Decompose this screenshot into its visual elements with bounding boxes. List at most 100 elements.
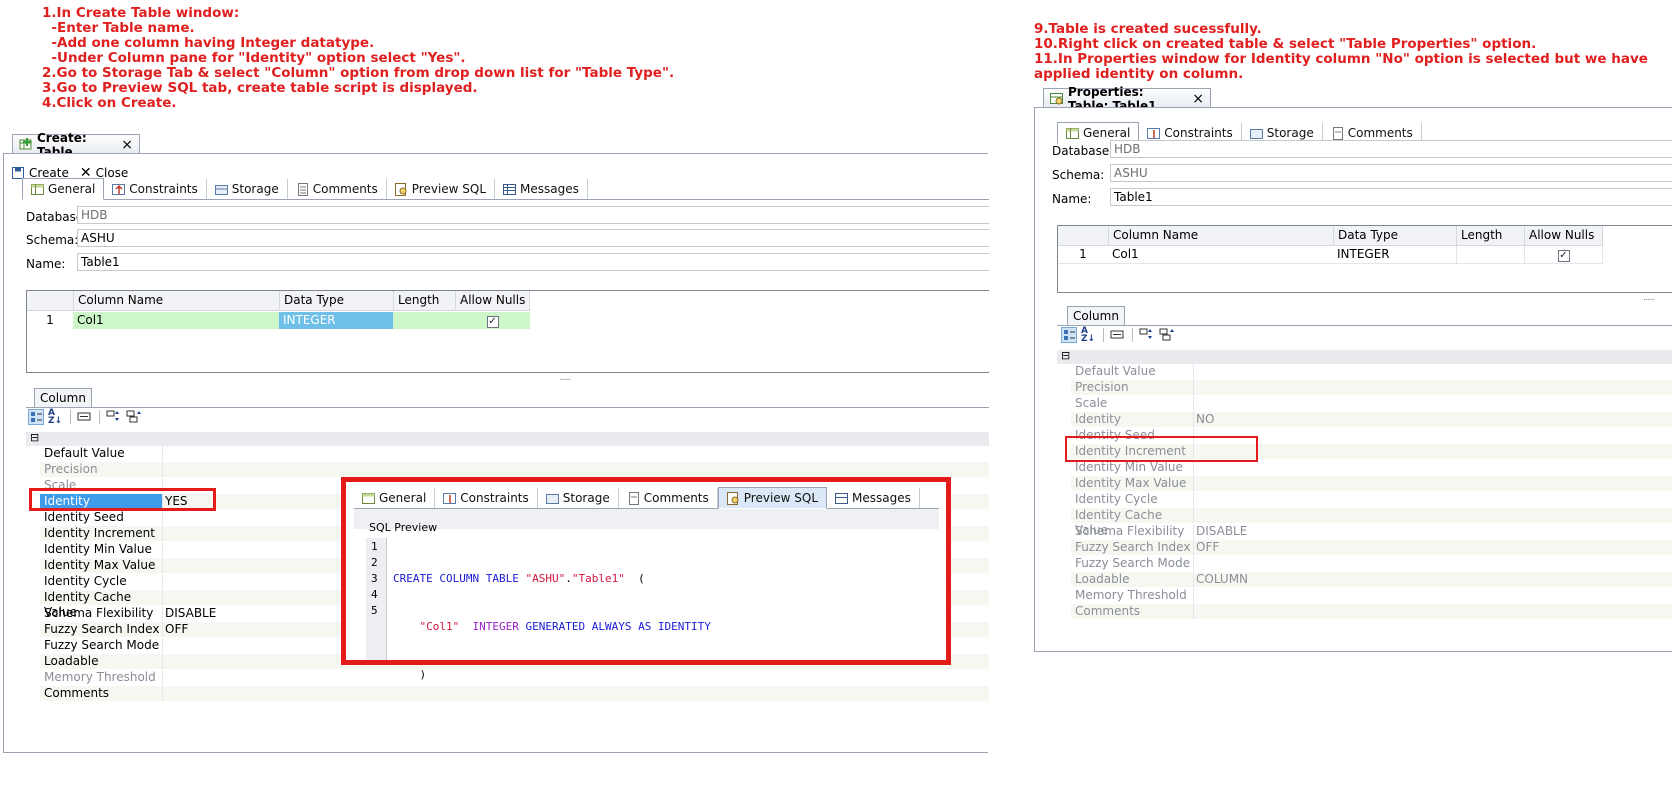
tab-messages[interactable]: Messages bbox=[827, 488, 920, 508]
sort-alpha-icon[interactable]: A Z↓ bbox=[48, 409, 64, 426]
property-label: Schema Flexibility bbox=[44, 606, 154, 620]
toolbar-separator bbox=[1103, 328, 1104, 342]
col-header-name[interactable]: Column Name bbox=[73, 291, 279, 310]
data-type-cell[interactable]: INTEGER bbox=[279, 312, 393, 329]
property-value[interactable]: NO bbox=[1193, 412, 1672, 427]
property-row[interactable]: Scale bbox=[1071, 396, 1672, 411]
tab-storage[interactable]: Storage bbox=[538, 488, 619, 508]
tab-comments[interactable]: Comments bbox=[288, 179, 387, 199]
col-header-length[interactable]: Length bbox=[393, 291, 455, 310]
col-header-length[interactable]: Length bbox=[1456, 226, 1524, 245]
pane-divider bbox=[1057, 325, 1672, 326]
tab-general[interactable]: General bbox=[354, 488, 436, 508]
splitter-handle[interactable]: ...... bbox=[559, 373, 571, 383]
splitter-handle[interactable]: ...... bbox=[1643, 293, 1655, 303]
property-value[interactable]: DISABLE bbox=[1193, 524, 1672, 539]
property-pages-icon[interactable] bbox=[77, 409, 93, 425]
properties-editor-tab[interactable]: Properties: Table: Table1 × bbox=[1043, 85, 1211, 113]
column-pane-tab[interactable]: Column bbox=[34, 388, 92, 408]
property-value[interactable] bbox=[1193, 444, 1672, 459]
table-name-input[interactable]: Table1 bbox=[77, 253, 989, 271]
property-value[interactable] bbox=[162, 462, 989, 477]
expand-all-icon[interactable] bbox=[106, 409, 122, 425]
property-group-header: ⊟ bbox=[1057, 349, 1672, 364]
length-cell[interactable] bbox=[393, 312, 455, 329]
tab-constraints[interactable]: Constraints bbox=[435, 488, 538, 508]
property-value[interactable] bbox=[1193, 556, 1672, 571]
tab-storage[interactable]: Storage bbox=[207, 179, 288, 199]
property-row[interactable]: Default Value bbox=[1071, 364, 1672, 379]
property-row[interactable]: Default Value bbox=[40, 446, 989, 461]
property-value[interactable] bbox=[1193, 460, 1672, 475]
identity-highlight-box bbox=[1065, 436, 1258, 462]
tab-general[interactable]: General bbox=[22, 178, 105, 200]
property-pages-icon[interactable] bbox=[1110, 327, 1126, 343]
property-value[interactable]: OFF bbox=[1193, 540, 1672, 555]
property-row[interactable]: Identity NO bbox=[1071, 412, 1672, 427]
tab-label: Messages bbox=[852, 491, 911, 505]
property-value[interactable]: COLUMN bbox=[1193, 572, 1672, 587]
property-value[interactable] bbox=[1193, 476, 1672, 491]
property-value[interactable] bbox=[1193, 396, 1672, 411]
tab-messages[interactable]: Messages bbox=[495, 179, 588, 199]
property-value[interactable] bbox=[1193, 508, 1672, 523]
property-row[interactable]: Precision bbox=[1071, 380, 1672, 395]
allow-nulls-cell[interactable]: ✓ bbox=[455, 312, 530, 329]
col-header-datatype[interactable]: Data Type bbox=[279, 291, 393, 310]
note-line: 11.In Properties window for Identity col… bbox=[1034, 51, 1648, 67]
close-tab-icon[interactable]: × bbox=[121, 137, 133, 153]
schema-field[interactable]: ASHU bbox=[77, 229, 989, 247]
row-number: 1 bbox=[1079, 247, 1087, 261]
schema-label: Schema: bbox=[26, 233, 79, 247]
collapse-all-icon[interactable] bbox=[126, 409, 142, 425]
property-value[interactable] bbox=[1193, 492, 1672, 507]
property-row[interactable]: Comments bbox=[1071, 604, 1672, 619]
collapse-group-icon[interactable]: ⊟ bbox=[1061, 349, 1070, 362]
property-row[interactable]: Identity Min Value bbox=[1071, 460, 1672, 475]
col-header-name[interactable]: Column Name bbox=[1108, 226, 1333, 245]
property-value[interactable] bbox=[162, 446, 989, 461]
expand-all-icon[interactable] bbox=[1139, 327, 1155, 343]
property-row[interactable]: Precision bbox=[40, 462, 989, 477]
property-row[interactable]: Schema Flexibility DISABLE bbox=[1071, 524, 1672, 539]
property-row[interactable]: Identity Cache Value bbox=[1071, 508, 1672, 537]
create-tabbar: General Constraints Storage Comments Pre… bbox=[22, 178, 989, 200]
property-row[interactable]: Fuzzy Search Mode bbox=[1071, 556, 1672, 571]
property-row[interactable]: Identity Cycle bbox=[1071, 492, 1672, 507]
create-table-editor-tab[interactable]: Create: Table × bbox=[12, 131, 140, 159]
collapse-all-icon[interactable] bbox=[1159, 327, 1175, 343]
table-row[interactable]: 1 Col1 INTEGER ✓ bbox=[1058, 246, 1603, 264]
tab-preview-sql[interactable]: Preview SQL bbox=[387, 179, 496, 199]
allow-nulls-checkbox[interactable]: ✓ bbox=[486, 316, 499, 328]
sql-dot: . bbox=[565, 572, 572, 585]
property-value[interactable] bbox=[1193, 364, 1672, 379]
property-value[interactable] bbox=[1193, 604, 1672, 619]
property-row[interactable]: Identity Max Value bbox=[1071, 476, 1672, 491]
col-header-datatype[interactable]: Data Type bbox=[1333, 226, 1456, 245]
property-row[interactable]: Fuzzy Search Index OFF bbox=[1071, 540, 1672, 555]
col-header-allow-nulls[interactable]: Allow Nulls bbox=[1524, 226, 1603, 245]
categorized-icon[interactable] bbox=[1061, 327, 1077, 343]
tab-label: General bbox=[48, 182, 96, 196]
preview-sql-icon bbox=[394, 182, 408, 196]
close-tab-icon[interactable]: × bbox=[1192, 91, 1204, 107]
property-row[interactable]: Loadable COLUMN bbox=[1071, 572, 1672, 587]
tab-comments[interactable]: Comments bbox=[619, 488, 718, 508]
property-value[interactable] bbox=[1193, 428, 1672, 443]
toolbar-separator bbox=[99, 410, 100, 424]
property-value[interactable] bbox=[1193, 380, 1672, 395]
col-header-allow-nulls[interactable]: Allow Nulls bbox=[455, 291, 530, 310]
property-label: Identity Seed bbox=[44, 510, 124, 524]
property-row[interactable]: Memory Threshold bbox=[1071, 588, 1672, 603]
column-name-cell[interactable]: Col1 bbox=[73, 312, 279, 329]
tab-preview-sql[interactable]: Preview SQL bbox=[717, 487, 828, 509]
tab-constraints[interactable]: Constraints bbox=[104, 179, 207, 199]
column-pane-tab[interactable]: Column bbox=[1067, 306, 1125, 326]
sql-editor[interactable]: CREATE COLUMN TABLE "ASHU"."Table1" ( "C… bbox=[393, 539, 711, 715]
sort-alpha-icon[interactable]: A Z↓ bbox=[1081, 327, 1097, 344]
categorized-icon[interactable] bbox=[28, 409, 44, 425]
collapse-group-icon[interactable]: ⊟ bbox=[30, 431, 39, 444]
property-value[interactable] bbox=[1193, 588, 1672, 603]
table-row[interactable]: 1 Col1 INTEGER ✓ bbox=[27, 312, 530, 329]
note-line: 1.In Create Table window: bbox=[42, 5, 240, 21]
